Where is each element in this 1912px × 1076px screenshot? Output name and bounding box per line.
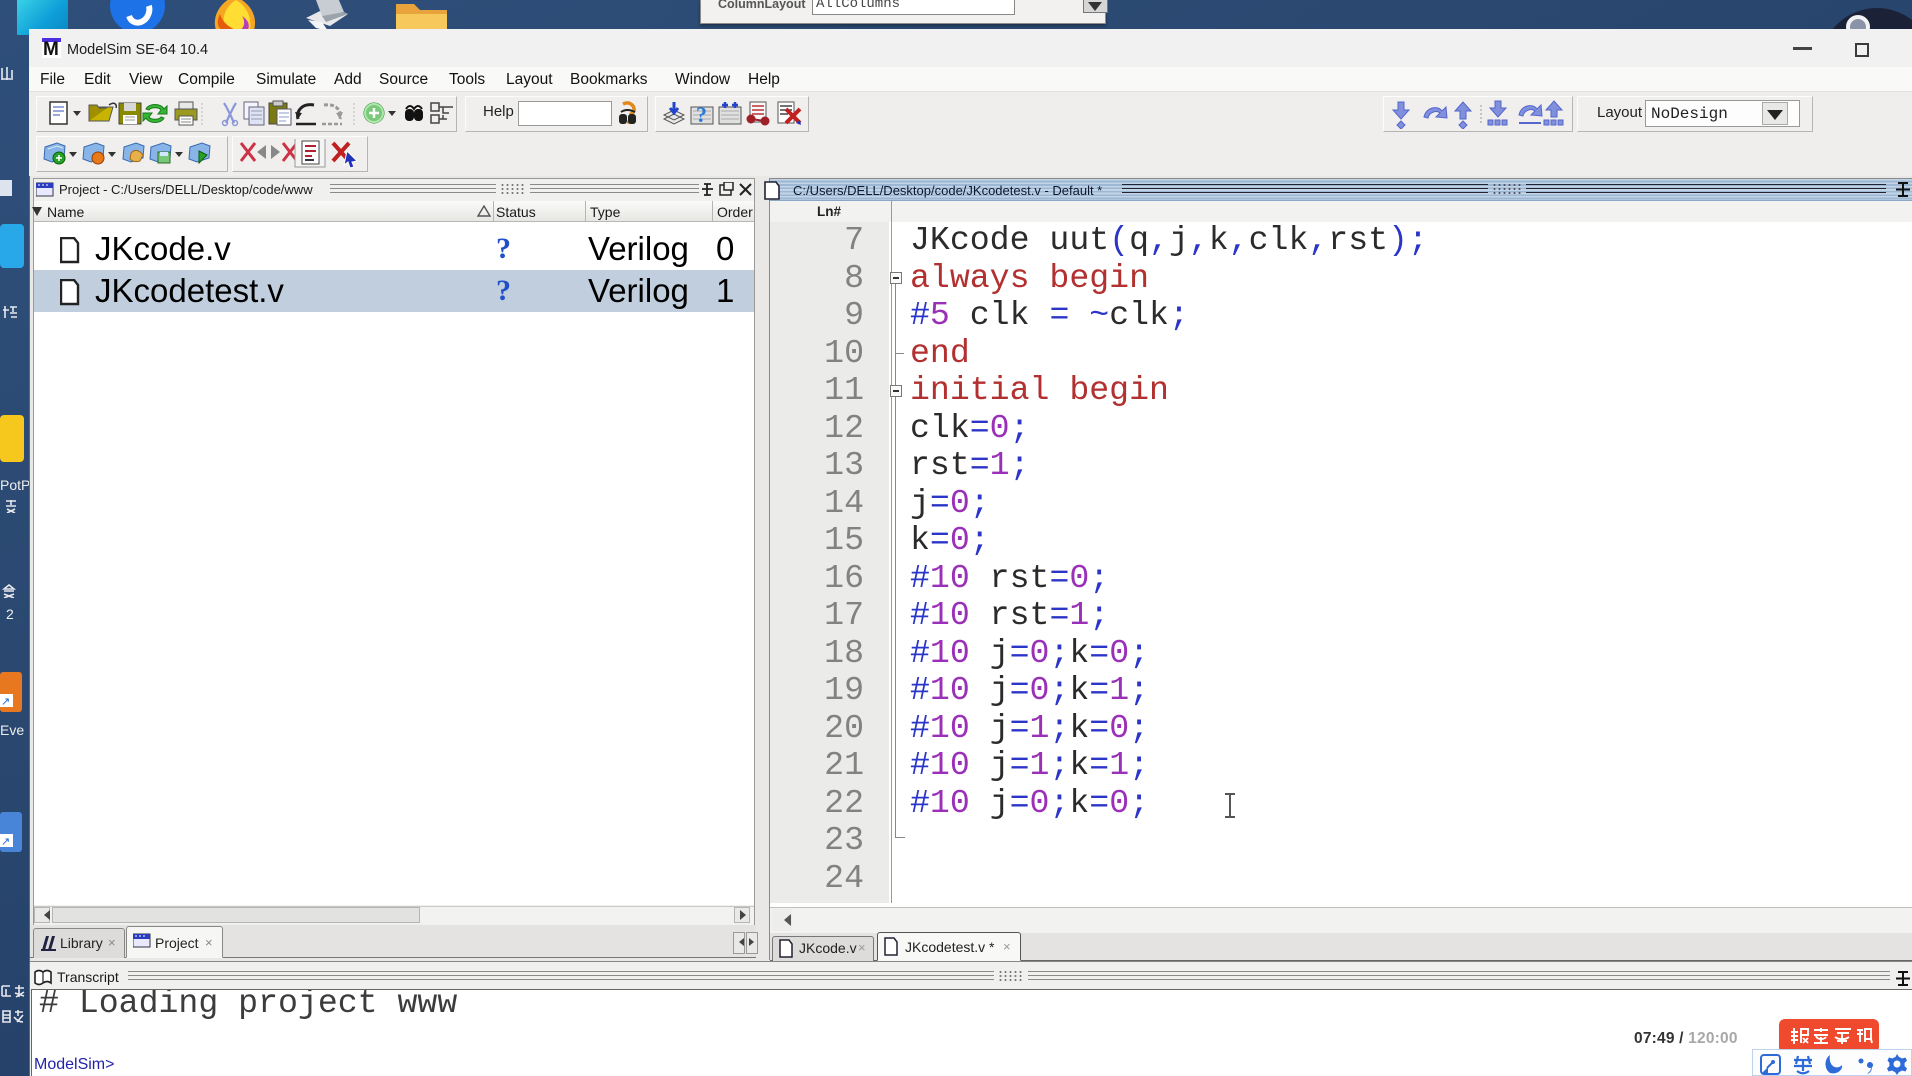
svg-text:?: ? (696, 102, 707, 127)
